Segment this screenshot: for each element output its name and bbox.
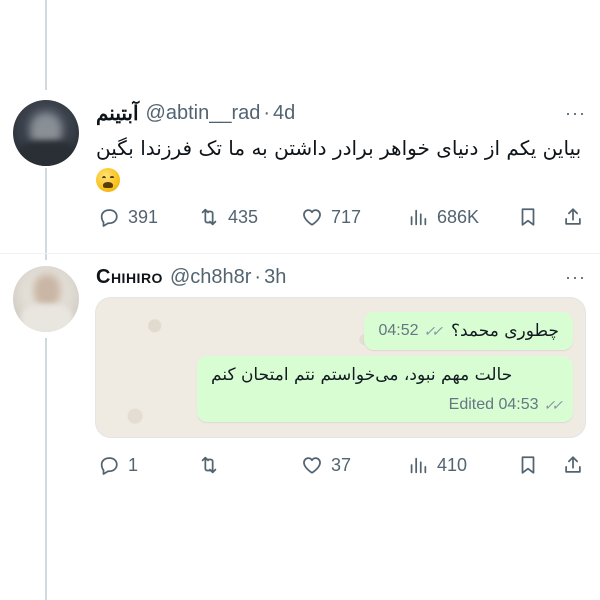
tweet-text-body: بیاین یکم از دنیای خواهر برادر داشتن به …: [96, 136, 582, 160]
thread-line-middle: [45, 168, 47, 260]
double-check-icon: ✓✓: [543, 396, 564, 413]
tweet-divider: [0, 253, 600, 254]
share-button[interactable]: [562, 206, 584, 228]
avatar[interactable]: [13, 100, 79, 166]
views-button[interactable]: 410: [407, 454, 467, 476]
thread-line-bottom: [45, 338, 47, 600]
separator-dot: ·: [254, 265, 262, 288]
share-icon: [565, 208, 581, 225]
retweet-button[interactable]: 435: [198, 206, 258, 228]
retweet-count: 435: [228, 206, 259, 227]
more-options-icon[interactable]: ···: [565, 104, 586, 122]
display-name[interactable]: آبتینم: [96, 101, 139, 126]
message-text: حالت مهم نبود، می‌خواستم نتم امتحان کنم: [211, 365, 513, 385]
reply-icon: [100, 209, 118, 227]
tweet-actions: 1 37 410: [94, 449, 590, 481]
more-options-icon[interactable]: ···: [565, 268, 586, 286]
views-count: 686K: [437, 206, 480, 227]
message-time: 04:52: [378, 322, 419, 339]
retweet-icon: [201, 456, 217, 474]
tweet-timestamp[interactable]: 4d: [273, 102, 295, 125]
user-handle[interactable]: @ch8h8r: [170, 266, 251, 289]
reply-count: 1: [128, 454, 139, 475]
bookmark-button[interactable]: [517, 454, 539, 476]
thread-line-top: [45, 0, 47, 90]
tweet-text: بیاین یکم از دنیای خواهر برادر داشتن به …: [96, 133, 586, 193]
bookmark-icon: [521, 208, 535, 226]
tweet-timestamp[interactable]: 3h: [264, 266, 286, 289]
display-name[interactable]: Chihiro: [96, 266, 163, 289]
tweet-header: Chihiro @ch8h8r · 3h ···: [96, 264, 586, 290]
avatar[interactable]: [13, 266, 79, 332]
views-count: 410: [437, 454, 468, 475]
retweet-button[interactable]: [198, 454, 228, 476]
share-icon: [565, 456, 581, 473]
heart-icon: [303, 209, 321, 226]
reply-count: 391: [128, 206, 159, 227]
tweet-header: آبتینم @abtin__rad · 4d ···: [96, 100, 586, 126]
like-count: 717: [331, 206, 362, 227]
like-button[interactable]: 37: [301, 454, 351, 476]
chat-bubble: 04:52 ✓✓ چطوری محمد؟: [364, 312, 573, 350]
message-text: چطوری محمد؟: [450, 321, 559, 341]
retweet-icon: [201, 208, 217, 226]
reply-button[interactable]: 391: [98, 206, 158, 228]
like-button[interactable]: 717: [301, 206, 361, 228]
weary-face-emoji-icon: [96, 167, 120, 192]
heart-icon: [303, 457, 321, 474]
chat-bubble: حالت مهم نبود، می‌خواستم نتم امتحان کنم …: [197, 356, 573, 422]
reply-button[interactable]: 1: [98, 454, 138, 476]
separator-dot: ·: [263, 101, 271, 124]
share-button[interactable]: [562, 454, 584, 476]
chat-screenshot-image[interactable]: 04:52 ✓✓ چطوری محمد؟ حالت مهم نبود، می‌خ…: [95, 297, 586, 438]
reply-icon: [100, 457, 118, 475]
message-edited-time: Edited 04:53: [448, 396, 539, 413]
message-meta: Edited 04:53 ✓✓: [448, 396, 564, 414]
like-count: 37: [331, 454, 352, 475]
views-chart-icon: [410, 457, 427, 474]
bookmark-button[interactable]: [517, 206, 539, 228]
views-button[interactable]: 686K: [407, 206, 479, 228]
views-chart-icon: [410, 209, 427, 226]
user-handle[interactable]: @abtin__rad: [146, 102, 261, 125]
tweet-actions: 391 435 717 686K: [94, 201, 590, 233]
message-meta: 04:52 ✓✓: [378, 322, 444, 340]
double-check-icon: ✓✓: [423, 322, 444, 339]
bookmark-icon: [521, 456, 535, 474]
